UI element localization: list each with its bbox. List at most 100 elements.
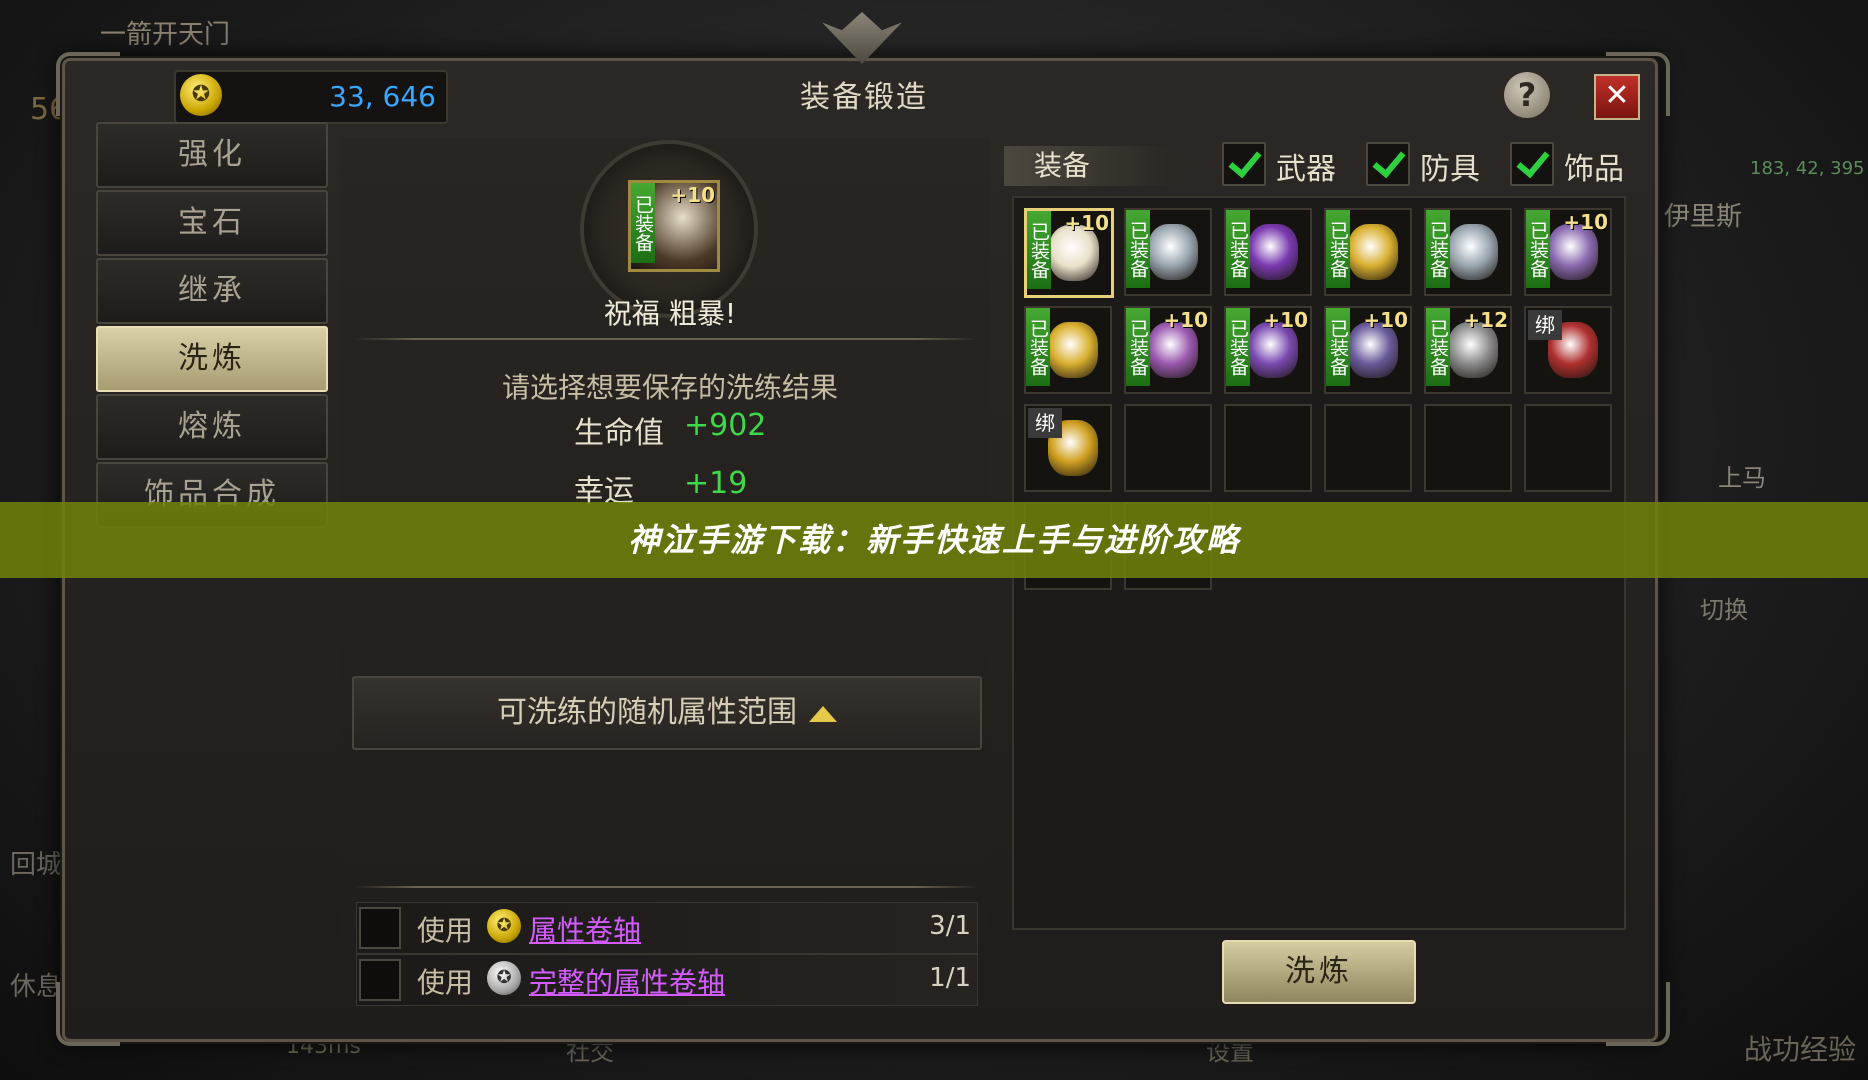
enhance-level: +10 <box>1363 308 1408 332</box>
frame-corner <box>56 52 120 116</box>
enhance-level: +10 <box>1163 308 1208 332</box>
empty-slot[interactable] <box>1524 404 1612 492</box>
inventory-item-slot[interactable]: 已装备 <box>1424 208 1512 296</box>
crest-ornament <box>822 12 902 64</box>
frame-corner <box>56 982 120 1046</box>
switch-button[interactable]: 切换 <box>1700 590 1748 625</box>
mount-button[interactable]: 上马 <box>1718 458 1766 493</box>
gold-coin-icon: ✪ <box>180 74 222 116</box>
game-title: 一箭开天门 <box>100 20 231 50</box>
filter-accessory-checkbox[interactable] <box>1510 142 1554 186</box>
menu-enhance[interactable]: 强化 <box>96 122 328 188</box>
inventory-item-slot[interactable]: 已装备 <box>1124 208 1212 296</box>
stat-label: 生命值 <box>574 416 664 451</box>
silver-scroll-icon: ✪ <box>487 961 521 995</box>
divider <box>354 338 978 340</box>
item-icon <box>1448 224 1498 280</box>
gold-balance: ✪ 33, 646 <box>174 70 448 124</box>
scroll-link[interactable]: 属性卷轴 <box>529 909 641 949</box>
menu-gem[interactable]: 宝石 <box>96 190 328 256</box>
refine-button[interactable]: 洗炼 <box>1222 940 1416 1004</box>
filter-weapon-checkbox[interactable] <box>1222 142 1266 186</box>
menu-refine[interactable]: 洗炼 <box>96 326 328 392</box>
item-icon <box>1248 224 1298 280</box>
filter-weapon-label: 武器 <box>1276 152 1336 187</box>
divider <box>354 886 978 888</box>
stat-value: +19 <box>684 466 748 501</box>
tab-equipment[interactable]: 装备 <box>1004 146 1204 186</box>
use-scroll-checkbox[interactable] <box>359 959 401 1001</box>
use-scroll-row: 使用 ✪ 完整的属性卷轴 1/1 <box>356 954 978 1006</box>
article-banner: 神泣手游下载：新手快速上手与进阶攻略 <box>0 502 1868 578</box>
refine-prompt: 请选择想要保存的洗练结果 <box>501 371 838 404</box>
item-icon <box>1348 224 1398 280</box>
frame-corner <box>1606 982 1670 1046</box>
equipped-tag: 已装备 <box>1326 210 1350 288</box>
attribute-range-label: 可洗练的随机属性范围 <box>497 695 797 730</box>
inventory-item-slot[interactable]: 已装备 +10 <box>1124 306 1212 394</box>
item-icon <box>1148 224 1198 280</box>
inventory-item-slot[interactable]: 已装备 <box>1224 208 1312 296</box>
return-city-button[interactable]: 回城 <box>10 844 62 881</box>
empty-slot[interactable] <box>1424 404 1512 492</box>
equipped-tag: 已装备 <box>1027 211 1051 289</box>
blessing-text: 祝福 粗暴! <box>603 297 737 330</box>
inventory-item-slot[interactable]: 已装备 <box>1024 306 1112 394</box>
filter-armor-label: 防具 <box>1420 152 1480 187</box>
item-icon <box>1048 322 1098 378</box>
close-button[interactable]: ✕ <box>1594 74 1640 120</box>
empty-slot[interactable] <box>1324 404 1412 492</box>
inventory-item-slot[interactable]: 已装备 +10 <box>1524 208 1612 296</box>
equipped-tag: 已装备 <box>1226 210 1250 288</box>
stat-value: +902 <box>684 408 767 443</box>
use-label: 使用 <box>417 966 474 999</box>
equipped-tag: 已装备 <box>1026 308 1050 386</box>
inventory-item-slot[interactable]: 已装备 +10 <box>1324 306 1412 394</box>
help-button[interactable]: ? <box>1504 72 1550 118</box>
exp-label: 战功经验 <box>1744 1033 1857 1066</box>
bound-tag: 绑 <box>1528 310 1562 340</box>
gold-amount: 33, 646 <box>329 80 436 113</box>
filter-armor-checkbox[interactable] <box>1366 142 1410 186</box>
equipped-tag: 已装备 <box>1426 308 1450 386</box>
enhance-level: +12 <box>1463 308 1508 332</box>
chevron-up-icon <box>809 705 837 722</box>
scroll-link[interactable]: 完整的属性卷轴 <box>529 961 725 1001</box>
target-name: 伊里斯 <box>1664 202 1743 232</box>
equipped-tag: 已装备 <box>1426 210 1450 288</box>
inventory-item-slot[interactable]: 绑 <box>1024 404 1112 492</box>
scroll-count: 1/1 <box>929 963 971 993</box>
inventory-item-slot[interactable]: 已装备 +10 <box>1024 208 1114 298</box>
gold-scroll-icon: ✪ <box>487 909 521 943</box>
equipped-tag: 已装备 <box>1526 210 1550 288</box>
inventory-item-slot[interactable]: 已装备 <box>1324 208 1412 296</box>
use-label: 使用 <box>417 914 474 947</box>
equipped-tag: 已装备 <box>1226 308 1250 386</box>
use-scroll-row: 使用 ✪ 属性卷轴 3/1 <box>356 902 978 954</box>
enhance-level: +10 <box>1263 308 1308 332</box>
bound-tag: 绑 <box>1028 408 1062 438</box>
empty-slot[interactable] <box>1124 404 1212 492</box>
inventory-item-slot[interactable]: 绑 <box>1524 306 1612 394</box>
menu-inherit[interactable]: 继承 <box>96 258 328 324</box>
equipped-tag: 已装备 <box>1126 210 1150 288</box>
inventory-item-slot[interactable]: 已装备 +12 <box>1424 306 1512 394</box>
enhance-level: +10 <box>670 183 715 207</box>
panel-title: 装备锻造 <box>800 80 928 115</box>
attribute-range-button[interactable]: 可洗练的随机属性范围 <box>352 676 982 750</box>
enhance-level: +10 <box>1064 211 1109 235</box>
empty-slot[interactable] <box>1224 404 1312 492</box>
inventory-item-slot[interactable]: 已装备 +10 <box>1224 306 1312 394</box>
rest-button[interactable]: 休息 <box>10 966 62 1003</box>
equipped-tag: 已装备 <box>1326 308 1350 386</box>
scroll-count: 3/1 <box>929 911 971 941</box>
enhance-level: +10 <box>1563 210 1608 234</box>
map-coordinates: 183, 42, 395 <box>1750 158 1865 179</box>
equipped-tag: 已装备 <box>631 183 655 263</box>
equipped-tag: 已装备 <box>1126 308 1150 386</box>
use-scroll-checkbox[interactable] <box>359 907 401 949</box>
selected-item-slot[interactable]: 已装备 +10 <box>628 180 720 272</box>
menu-smelt[interactable]: 熔炼 <box>96 394 328 460</box>
filter-accessory-label: 饰品 <box>1564 152 1624 187</box>
banner-title: 神泣手游下载：新手快速上手与进阶攻略 <box>627 521 1240 559</box>
